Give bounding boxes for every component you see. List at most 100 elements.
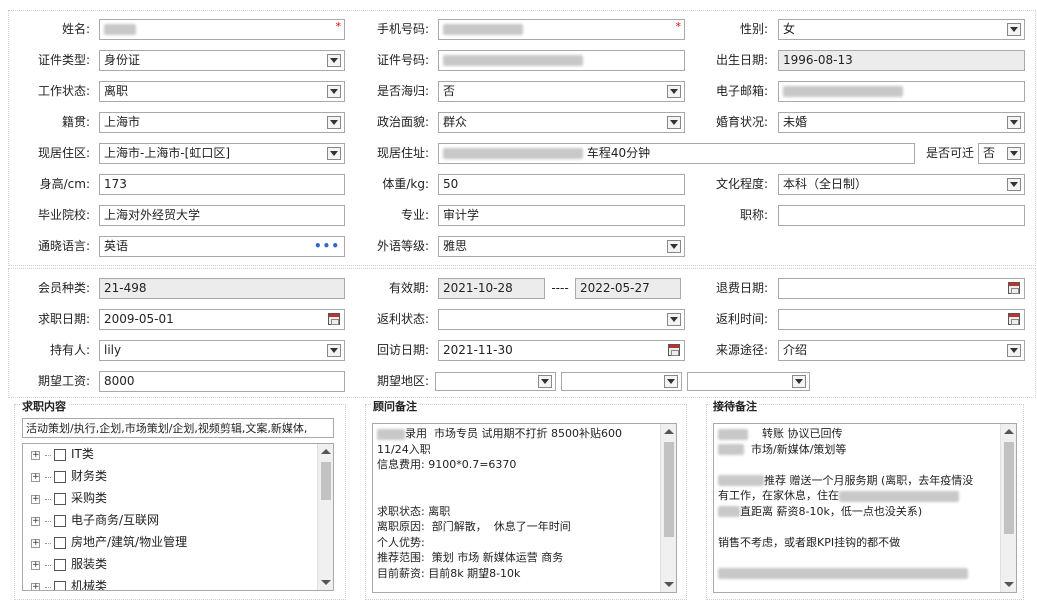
- calendar-icon[interactable]: [668, 344, 680, 356]
- redacted: [718, 568, 968, 579]
- tree-item[interactable]: + 财务类: [31, 466, 107, 488]
- level-select[interactable]: 雅思: [438, 236, 685, 257]
- title-field[interactable]: [778, 205, 1025, 226]
- expand-icon[interactable]: +: [31, 494, 40, 504]
- scrollbar[interactable]: [1000, 424, 1016, 592]
- chevron-down-icon[interactable]: [792, 375, 806, 388]
- salary-field[interactable]: 8000: [99, 371, 345, 392]
- area-province-select[interactable]: [435, 372, 556, 391]
- scroll-thumb[interactable]: [664, 442, 674, 537]
- chevron-down-icon[interactable]: [327, 54, 341, 67]
- phone-field[interactable]: *: [438, 19, 685, 40]
- chevron-down-icon[interactable]: [667, 116, 681, 129]
- scroll-up-icon[interactable]: [664, 429, 674, 434]
- chevron-down-icon[interactable]: [1007, 116, 1021, 129]
- chevron-down-icon[interactable]: [538, 375, 552, 388]
- checkbox[interactable]: [54, 537, 66, 549]
- chevron-down-icon[interactable]: [327, 344, 341, 357]
- checkbox[interactable]: [54, 581, 66, 590]
- tree-item[interactable]: + IT类: [31, 444, 94, 466]
- origin-select[interactable]: 上海市: [99, 112, 345, 133]
- reception-notes[interactable]: 转账 协议已回传 市场/新媒体/策划等 推荐 赠送一个月服务期 (离职，去年疫情…: [713, 423, 1017, 593]
- calendar-icon[interactable]: [328, 313, 340, 325]
- email-field[interactable]: [778, 81, 1025, 102]
- school-field[interactable]: 上海对外经贸大学: [99, 205, 345, 226]
- checkbox[interactable]: [54, 449, 66, 461]
- scrollbar[interactable]: [317, 444, 333, 590]
- checkbox[interactable]: [54, 471, 66, 483]
- expand-icon[interactable]: +: [31, 560, 40, 570]
- scroll-up-icon[interactable]: [321, 449, 331, 454]
- gender-select[interactable]: 女: [778, 19, 1025, 40]
- chevron-down-icon[interactable]: [1007, 344, 1021, 357]
- tree-item[interactable]: + 机械类: [31, 576, 107, 590]
- school-label: 毕业院校:: [37, 208, 90, 222]
- lang-label: 通晓语言:: [37, 239, 90, 253]
- calendar-icon[interactable]: [1008, 313, 1020, 325]
- scroll-up-icon[interactable]: [1004, 429, 1014, 434]
- expand-icon[interactable]: +: [31, 516, 40, 526]
- rebate-select[interactable]: [438, 309, 685, 330]
- checkbox[interactable]: [54, 515, 66, 527]
- scroll-down-icon[interactable]: [1004, 582, 1014, 587]
- redacted: [443, 55, 583, 66]
- source-select[interactable]: 介绍: [778, 340, 1025, 361]
- note-line: 转账 协议已回传: [762, 427, 843, 440]
- idtype-select[interactable]: 身份证: [99, 50, 345, 71]
- tree-item[interactable]: + 房地产/建筑/物业管理: [31, 532, 187, 554]
- expand-icon[interactable]: +: [31, 538, 40, 548]
- height-field[interactable]: 173: [99, 174, 345, 195]
- scrollbar[interactable]: [660, 424, 676, 592]
- weight-field[interactable]: 50: [438, 174, 685, 195]
- area-city-select[interactable]: [561, 372, 682, 391]
- job-content-field[interactable]: 活动策划/执行,企划,市场策划/企划,视频剪辑,文案,新媒体,: [22, 418, 334, 438]
- idno-field[interactable]: [438, 50, 685, 71]
- consult-notes[interactable]: 录用 市场专员 试用期不打折 8500补贴600 11/24入职 信息费用: 910…: [372, 423, 677, 593]
- expand-icon[interactable]: +: [31, 450, 40, 460]
- chevron-down-icon[interactable]: [1007, 147, 1021, 160]
- chevron-down-icon[interactable]: [667, 240, 681, 253]
- tree-item[interactable]: + 服装类: [31, 554, 107, 576]
- scroll-down-icon[interactable]: [321, 580, 331, 585]
- marital-select[interactable]: 未婚: [778, 112, 1025, 133]
- scroll-thumb[interactable]: [1004, 442, 1014, 534]
- chevron-down-icon[interactable]: [667, 313, 681, 326]
- lang-field[interactable]: 英语 •••: [99, 236, 345, 257]
- chevron-down-icon[interactable]: [664, 375, 678, 388]
- relocate-select[interactable]: 否: [978, 143, 1025, 164]
- chevron-down-icon[interactable]: [327, 85, 341, 98]
- tree-item[interactable]: + 电子商务/互联网: [31, 510, 159, 532]
- calendar-icon[interactable]: [1008, 282, 1020, 294]
- expand-icon[interactable]: +: [31, 582, 40, 590]
- area-district-select[interactable]: [687, 372, 810, 391]
- redacted: [443, 148, 583, 159]
- more-icon[interactable]: •••: [314, 237, 340, 256]
- political-select[interactable]: 群众: [438, 112, 685, 133]
- checkbox[interactable]: [54, 493, 66, 505]
- apply-date-field[interactable]: 2009-05-01: [99, 309, 345, 330]
- rebatetime-field[interactable]: [778, 309, 1025, 330]
- expand-icon[interactable]: +: [31, 472, 40, 482]
- chevron-down-icon[interactable]: [1007, 178, 1021, 191]
- visit-date-field[interactable]: 2021-11-30: [438, 340, 685, 361]
- chevron-down-icon[interactable]: [667, 85, 681, 98]
- job-category-tree[interactable]: + IT类 + 财务类 + 采购类 + 电子商务/互联网 + 房地产/建筑/物业管理 + 服…: [22, 443, 334, 591]
- chevron-down-icon[interactable]: [1007, 23, 1021, 36]
- edu-select[interactable]: 本科（全日制）: [778, 174, 1025, 195]
- consult-panel-title: 顾问备注: [371, 398, 419, 414]
- chevron-down-icon[interactable]: [327, 116, 341, 129]
- tree-item[interactable]: + 采购类: [31, 488, 107, 510]
- checkbox[interactable]: [54, 559, 66, 571]
- refund-date-field[interactable]: [778, 278, 1025, 299]
- major-field[interactable]: 审计学: [438, 205, 685, 226]
- name-field[interactable]: *: [99, 19, 345, 40]
- scroll-down-icon[interactable]: [664, 582, 674, 587]
- tree-item-label: 财务类: [71, 469, 108, 484]
- region-select[interactable]: 上海市-上海市-[虹口区]: [99, 143, 345, 164]
- overseas-select[interactable]: 否: [438, 81, 685, 102]
- chevron-down-icon[interactable]: [327, 147, 341, 160]
- work-select[interactable]: 离职: [99, 81, 345, 102]
- holder-select[interactable]: lily: [99, 340, 345, 361]
- scroll-thumb[interactable]: [321, 462, 331, 500]
- addr-field[interactable]: 车程40分钟: [438, 143, 915, 164]
